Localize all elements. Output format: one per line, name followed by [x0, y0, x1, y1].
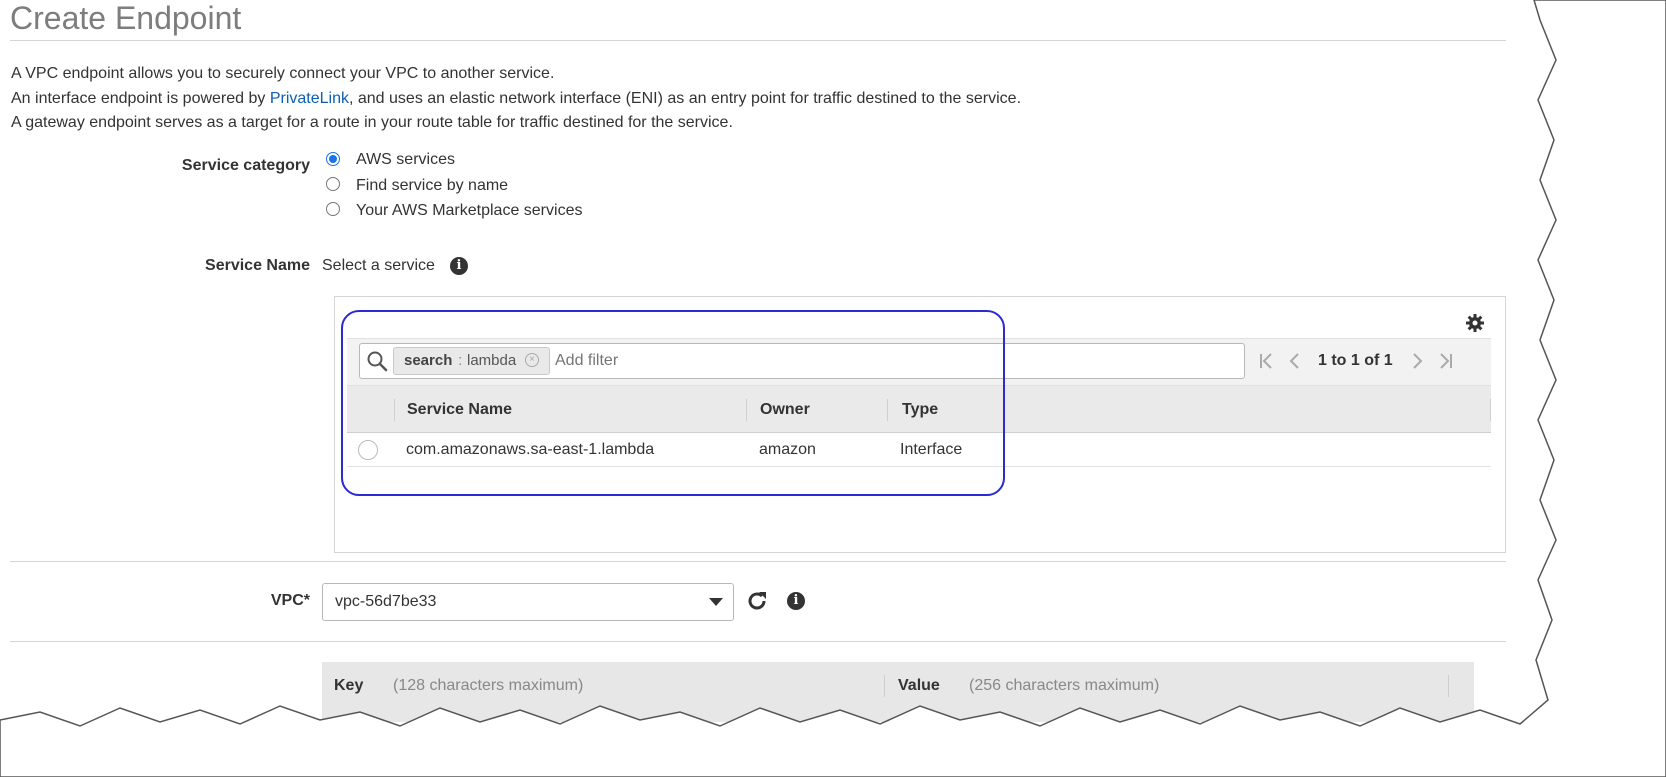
torn-edge-decoration [0, 0, 1666, 777]
create-endpoint-page: Create Endpoint A VPC endpoint allows yo… [0, 0, 1666, 777]
